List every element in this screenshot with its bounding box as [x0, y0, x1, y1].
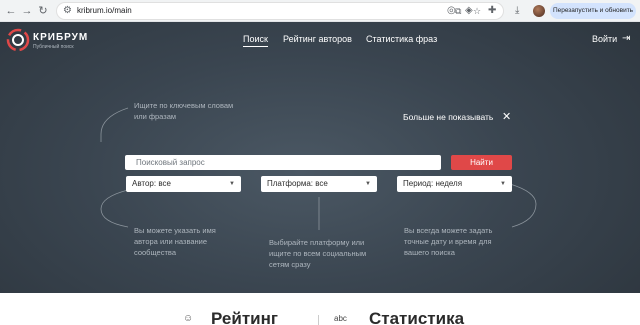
hint-search: Ищите по ключевым словам или фразам [134, 101, 234, 121]
search-button[interactable]: Найти [451, 155, 512, 170]
chevron-down-icon: ▼ [500, 181, 506, 187]
stats-title: Статистика [369, 309, 465, 325]
install-icon[interactable]: ⧉ [455, 6, 461, 17]
reload-icon[interactable]: ↻ [36, 4, 50, 18]
period-filter-select[interactable]: Период: неделя ▼ [397, 176, 512, 192]
bookmark-star-icon[interactable]: ☆ [473, 6, 481, 17]
author-filter-select[interactable]: Автор: все ▼ [126, 176, 241, 192]
hint-platform: Выбирайте платформу или ищите по всем со… [269, 238, 367, 269]
dismiss-hints-link[interactable]: Больше не показывать [403, 112, 493, 122]
browser-toolbar: ← → ↻ ⚙ kribrum.io/main ⧉ ☆ ◎ ◈ ✚ ⤓ Пере… [0, 0, 640, 22]
shield-icon[interactable]: ◈ [465, 5, 473, 16]
hero-section: КРИБРУМ Публичный поиск Поиск Рейтинг ав… [0, 22, 640, 293]
extension-icon[interactable]: ◎ [447, 5, 456, 16]
bottom-section: ☺ Рейтинг abc Статистика [0, 293, 640, 325]
platform-filter-label: Платформа: все [267, 179, 328, 188]
chevron-down-icon: ▼ [229, 181, 235, 187]
search-input[interactable]: Поисковый запрос [125, 155, 441, 170]
period-filter-label: Период: неделя [403, 179, 463, 188]
author-filter-label: Автор: все [132, 179, 171, 188]
forward-icon[interactable]: → [20, 4, 34, 18]
profile-avatar[interactable] [533, 5, 545, 17]
platform-filter-select[interactable]: Платформа: все ▼ [261, 176, 377, 192]
relaunch-button[interactable]: Перезапустить и обновить [550, 3, 636, 19]
chevron-down-icon: ▼ [365, 181, 371, 187]
rating-title: Рейтинг [211, 309, 278, 325]
puzzle-icon[interactable]: ✚ [488, 5, 496, 16]
stats-abc-icon: abc [334, 314, 347, 323]
address-bar[interactable]: ⚙ kribrum.io/main ⧉ ☆ [56, 2, 504, 20]
hint-period: Вы всегда можете задать точные дату и вр… [404, 226, 493, 257]
address-url[interactable]: kribrum.io/main [77, 6, 132, 15]
back-icon[interactable]: ← [4, 4, 18, 18]
download-icon[interactable]: ⤓ [515, 5, 519, 16]
rating-icon: ☺ [183, 313, 194, 324]
site-info-icon[interactable]: ⚙ [63, 5, 72, 16]
section-divider [318, 315, 319, 325]
close-icon[interactable]: ✕ [502, 110, 511, 123]
hint-author: Вы можете указать имя автора или названи… [134, 226, 216, 257]
